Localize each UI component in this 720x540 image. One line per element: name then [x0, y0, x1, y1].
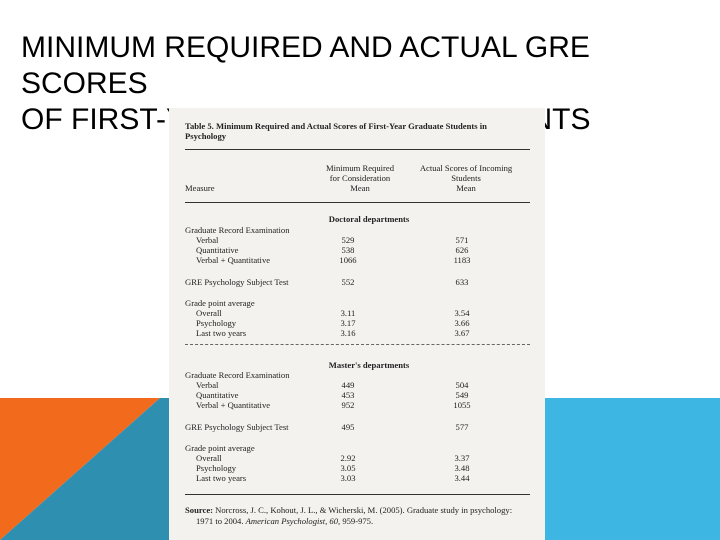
table-caption-line-2: Psychology: [185, 131, 227, 141]
header-actual-line-2: Students: [451, 173, 481, 183]
source-text-2b: 959-975.: [340, 516, 374, 526]
section-heading-masters: Master's departments: [328, 360, 410, 370]
header-minimum-line-1: Minimum Required: [325, 163, 395, 173]
source-journal: American Psychologist, 60,: [245, 516, 341, 526]
scanned-table-image: Table 5. Minimum Required and Actual Sco…: [169, 108, 545, 540]
gpa-label: Grade point average: [185, 298, 255, 308]
header-actual-line-3: Mean: [456, 183, 476, 193]
header-rule: [185, 202, 530, 203]
caption-rule: [185, 149, 530, 150]
header-minimum-line-3: Mean: [350, 183, 370, 193]
slide-title-line-1: Minimum Required and Actual GRE Scores: [21, 31, 590, 100]
gre-label: Graduate Record Examination: [185, 370, 290, 380]
table-caption-line-1: Table 5. Minimum Required and Actual Sco…: [185, 121, 487, 131]
source-rule: [185, 494, 530, 495]
source-text-2a: 1971 to 2004.: [196, 516, 246, 526]
sky-blue-band: [540, 398, 720, 540]
header-minimum-line-2: for Consideration: [329, 173, 391, 183]
section-heading-doctoral: Doctoral departments: [328, 214, 410, 224]
source-line-1: Source: Norcross, J. C., Kohout, J. L., …: [185, 505, 512, 515]
source-line-2: 1971 to 2004. American Psychologist, 60,…: [196, 516, 373, 526]
header-actual-line-1: Actual Scores of Incoming: [419, 163, 513, 173]
section-divider: [185, 344, 530, 345]
gre-label: Graduate Record Examination: [185, 225, 290, 235]
header-measure: Measure: [185, 183, 215, 193]
source-text-1: Norcross, J. C., Kohout, J. L., & Wicher…: [215, 505, 513, 515]
gpa-label: Grade point average: [185, 443, 255, 453]
source-label: Source:: [185, 505, 214, 515]
